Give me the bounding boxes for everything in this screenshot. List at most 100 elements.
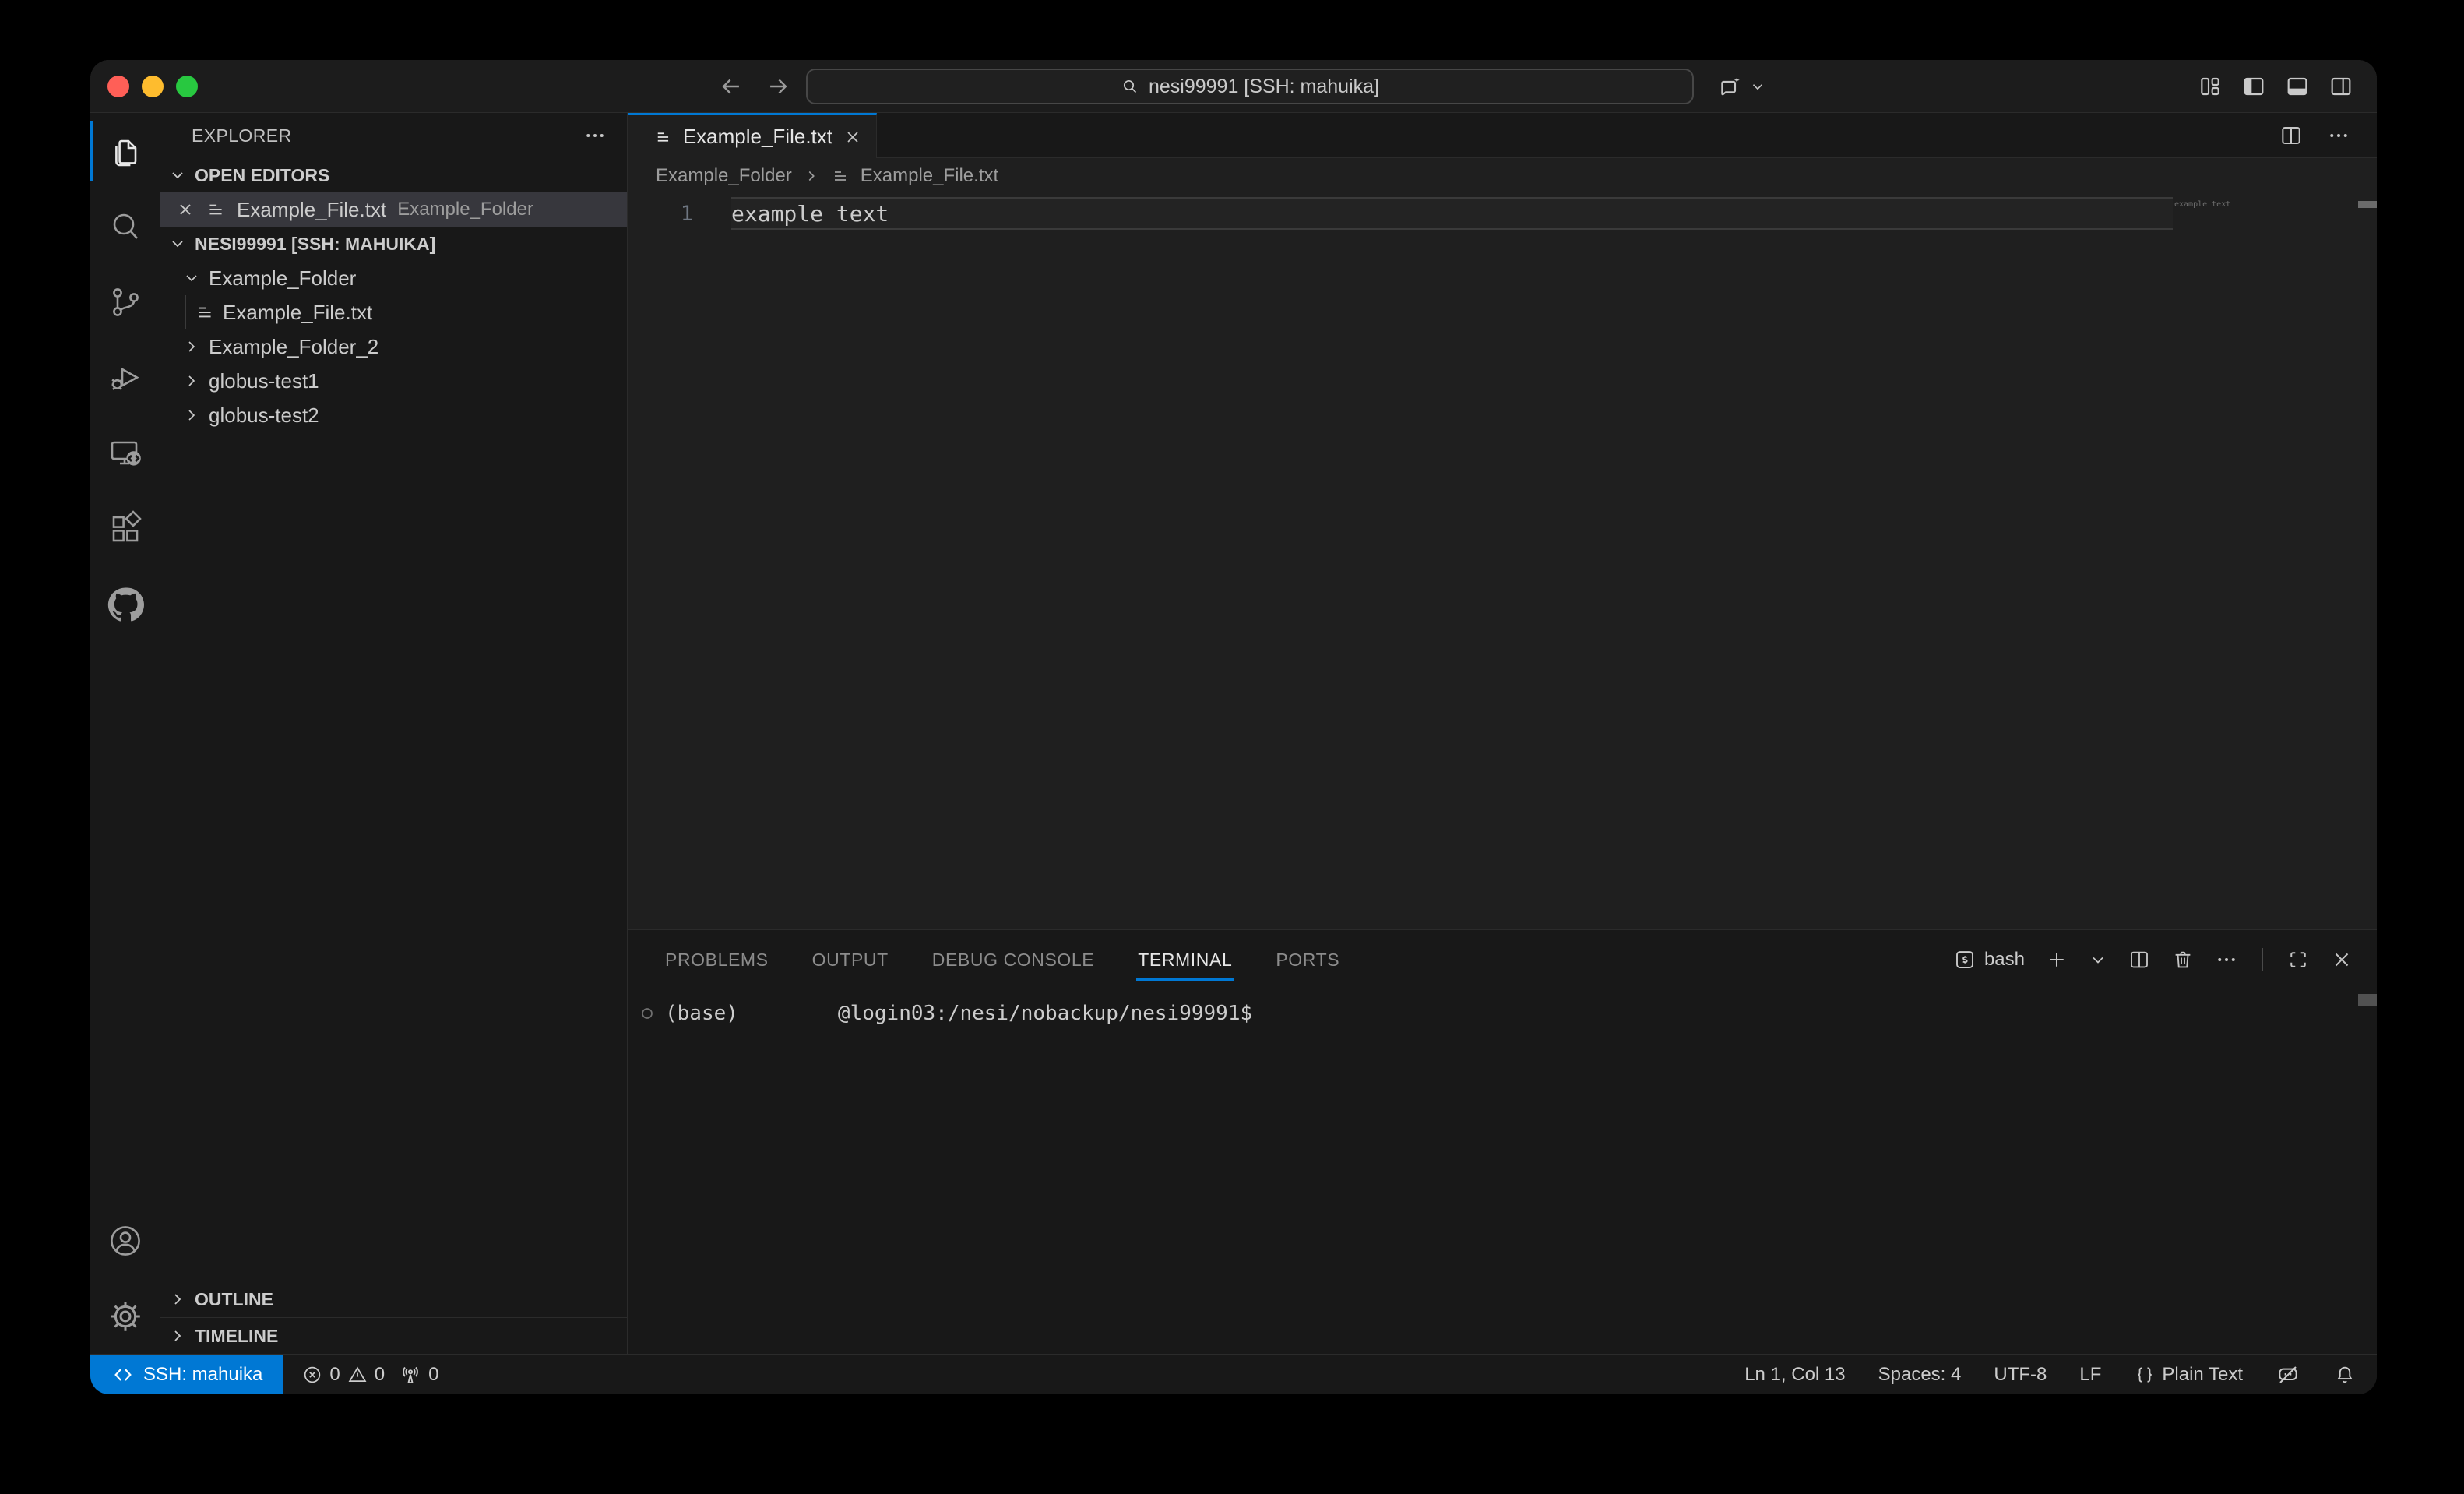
activity-remote-explorer-button[interactable] (90, 415, 160, 491)
activity-search-button[interactable] (90, 189, 160, 264)
close-icon (843, 128, 862, 146)
title-bar: nesi99991 [SSH: mahuika] (90, 60, 2377, 113)
copilot-status-button[interactable] (2276, 1362, 2300, 1387)
remote-icon (112, 1364, 134, 1386)
timeline-section-header[interactable]: TIMELINE (160, 1317, 627, 1354)
split-terminal-button[interactable] (2128, 948, 2151, 971)
error-icon (301, 1364, 323, 1386)
panel-tab-debug-console[interactable]: DEBUG CONSOLE (932, 930, 1094, 989)
outline-label: OUTLINE (195, 1289, 273, 1310)
close-icon[interactable] (176, 200, 195, 219)
split-editor-icon (2279, 123, 2304, 148)
minimize-window-button[interactable] (142, 76, 164, 97)
window-controls (107, 76, 198, 97)
radio-tower-icon (399, 1363, 422, 1387)
panel-tab-terminal[interactable]: TERMINAL (1138, 930, 1232, 989)
language-mode-button[interactable]: Plain Text (2134, 1364, 2243, 1386)
braces-icon (2134, 1364, 2156, 1386)
tree-item-label: Example_Folder (209, 266, 356, 291)
open-editors-section-header[interactable]: OPEN EDITORS (160, 158, 627, 192)
close-window-button[interactable] (107, 76, 129, 97)
navigate-back-button[interactable] (718, 73, 744, 100)
error-count: 0 (329, 1364, 340, 1386)
vscode-window: nesi99991 [SSH: mahuika] (90, 60, 2377, 1394)
activity-run-debug-button[interactable] (90, 340, 160, 415)
terminal-prompt-path: @login03:/nesi/nobackup/nesi99991$ (838, 1002, 1252, 1025)
activity-explorer-button[interactable] (90, 113, 160, 189)
toggle-primary-sidebar-button[interactable] (2241, 74, 2266, 99)
chevron-down-icon (2089, 950, 2107, 969)
workspace-section-header[interactable]: NESI99991 [SSH: MAHUIKA] (160, 227, 627, 261)
terminal-viewport[interactable]: (base) @login03:/nesi/nobackup/nesi99991… (628, 989, 2377, 1354)
navigate-forward-button[interactable] (765, 73, 791, 100)
split-editor-button[interactable] (2279, 123, 2304, 148)
chevron-right-icon (168, 1290, 187, 1309)
tab-close-button[interactable] (843, 128, 862, 146)
copilot-menu-button[interactable] (1718, 60, 1766, 113)
panel-tab-output[interactable]: OUTPUT (812, 930, 889, 989)
cursor-position-button[interactable]: Ln 1, Col 13 (1744, 1364, 1845, 1386)
terminal-launch-dropdown-button[interactable] (2089, 950, 2107, 969)
tree-item-folder[interactable]: globus-test2 (160, 398, 627, 432)
notifications-button[interactable] (2333, 1363, 2357, 1387)
editor-more-actions-button[interactable] (2327, 124, 2350, 147)
ports-status-button[interactable]: 0 (399, 1363, 438, 1387)
maximize-panel-icon (2286, 948, 2310, 971)
tree-item-file[interactable]: Example_File.txt (160, 295, 627, 329)
panel-more-actions-button[interactable] (2215, 948, 2238, 971)
indentation-button[interactable]: Spaces: 4 (1878, 1364, 1962, 1386)
close-panel-button[interactable] (2330, 948, 2353, 971)
gear-icon (107, 1298, 144, 1335)
text-file-icon (831, 167, 850, 185)
activity-extensions-button[interactable] (90, 491, 160, 566)
copilot-icon (1718, 74, 1743, 99)
shell-name: bash (1984, 949, 2025, 971)
breadcrumb-folder[interactable]: Example_Folder (656, 165, 792, 187)
chevron-right-icon (168, 1327, 187, 1345)
explorer-more-actions-button[interactable] (583, 124, 607, 147)
encoding-button[interactable]: UTF-8 (1994, 1364, 2047, 1386)
tree-item-folder[interactable]: globus-test1 (160, 364, 627, 398)
toggle-secondary-sidebar-button[interactable] (2328, 74, 2353, 99)
kill-terminal-button[interactable] (2171, 948, 2195, 971)
breadcrumb-file[interactable]: Example_File.txt (861, 165, 998, 187)
run-debug-icon (107, 359, 144, 396)
activity-account-button[interactable] (90, 1203, 160, 1278)
open-editors-label: OPEN EDITORS (195, 165, 329, 186)
open-editor-item[interactable]: Example_File.txt Example_Folder (160, 192, 627, 227)
activity-source-control-button[interactable] (90, 264, 160, 340)
terminal-shell-selector[interactable]: bash (1953, 948, 2025, 971)
editor-content[interactable]: 1 example text example text (628, 194, 2377, 929)
tab-example-file[interactable]: Example_File.txt (628, 113, 877, 158)
arrow-right-icon (765, 73, 791, 100)
toggle-panel-button[interactable] (2285, 74, 2310, 99)
problems-status-button[interactable]: 0 0 (301, 1364, 385, 1386)
tree-item-folder[interactable]: Example_Folder_2 (160, 329, 627, 364)
minimap[interactable]: example text (2173, 194, 2358, 929)
remote-label: SSH: mahuika (143, 1364, 262, 1386)
remote-indicator-button[interactable]: SSH: mahuika (90, 1355, 283, 1394)
plus-icon (2045, 948, 2068, 971)
panel-tab-ports[interactable]: PORTS (1276, 930, 1339, 989)
zoom-window-button[interactable] (176, 76, 198, 97)
command-center-search[interactable]: nesi99991 [SSH: mahuika] (806, 69, 1694, 104)
timeline-label: TIMELINE (195, 1326, 278, 1347)
github-icon (107, 586, 144, 623)
bell-icon (2333, 1363, 2357, 1387)
layout-sidebar-left-icon (2241, 74, 2266, 99)
activity-github-button[interactable] (90, 566, 160, 642)
text-file-icon (654, 127, 672, 147)
bottom-panel: PROBLEMS OUTPUT DEBUG CONSOLE TERMINAL P… (628, 929, 2377, 1354)
customize-layout-button[interactable] (2198, 74, 2223, 99)
bash-terminal-icon (1953, 948, 1976, 971)
new-terminal-button[interactable] (2045, 948, 2068, 971)
chevron-right-icon (803, 167, 820, 185)
outline-section-header[interactable]: OUTLINE (160, 1281, 627, 1317)
eol-button[interactable]: LF (2079, 1364, 2101, 1386)
panel-tab-problems[interactable]: PROBLEMS (665, 930, 769, 989)
activity-settings-button[interactable] (90, 1278, 160, 1354)
tree-item-label: Example_File.txt (223, 301, 372, 325)
terminal-scrollbar-thumb[interactable] (2358, 994, 2377, 1006)
tree-item-folder-expanded[interactable]: Example_Folder (160, 261, 627, 295)
maximize-panel-button[interactable] (2286, 948, 2310, 971)
